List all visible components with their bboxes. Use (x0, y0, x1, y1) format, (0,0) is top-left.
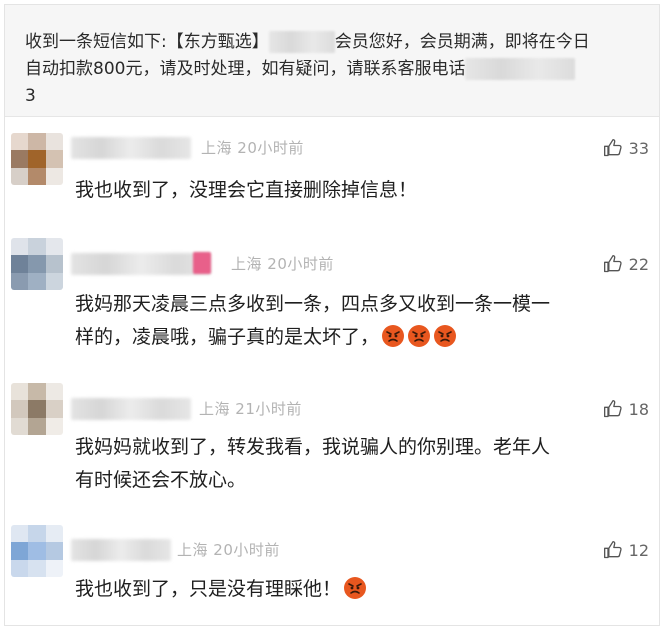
post-line-1: 收到一条短信如下:【东方甄选】 会员您好，会员期满，即将在今日 (25, 31, 590, 53)
like-button[interactable]: 18 (603, 399, 649, 419)
comment-meta: 上海 21小时前 (199, 400, 302, 418)
redacted-text (268, 31, 335, 53)
angry-face-icon (344, 577, 367, 599)
thumbs-up-icon (603, 541, 622, 559)
weibo-screenshot: 收到一条短信如下:【东方甄选】 会员您好，会员期满，即将在今日 自动扣款800元，… (4, 4, 660, 626)
avatar[interactable] (11, 383, 63, 435)
avatar[interactable] (11, 238, 63, 290)
comment-text: 我也收到了，没理会它直接删除掉信息！ (75, 179, 418, 201)
comment-text: 我妈妈就收到了，转发我看，我说骗人的你别理。老年人 有时候还会不放心。 (75, 436, 551, 491)
comment-meta: 上海 20小时前 (231, 255, 334, 273)
comment-text: 我也收到了，只是没有理睬他！ (75, 573, 635, 606)
comment-meta: 上海 20小时前 (177, 541, 280, 559)
comment-meta: 上海 20小时前 (201, 139, 304, 157)
angry-face-icon (382, 325, 405, 347)
post-content: 收到一条短信如下:【东方甄选】 会员您好，会员期满，即将在今日 自动扣款800元，… (5, 5, 659, 117)
like-count: 18 (628, 399, 649, 419)
redacted-badge (193, 252, 211, 274)
like-count: 12 (628, 540, 649, 560)
username-redacted[interactable] (71, 398, 191, 420)
username-redacted[interactable] (71, 137, 191, 159)
thumbs-up-icon (603, 255, 622, 273)
thumbs-up-icon (603, 400, 622, 418)
like-button[interactable]: 22 (603, 254, 649, 274)
angry-face-icon (434, 325, 457, 347)
like-button[interactable]: 12 (603, 540, 649, 560)
post-line-3: 3 (25, 86, 36, 106)
avatar[interactable] (11, 525, 63, 577)
angry-face-icon (408, 325, 431, 347)
like-count: 22 (628, 254, 649, 274)
avatar[interactable] (11, 133, 63, 185)
like-button[interactable]: 33 (603, 138, 649, 158)
username-redacted[interactable] (71, 539, 171, 561)
thumbs-up-icon (603, 139, 622, 157)
like-count: 33 (628, 138, 649, 158)
redacted-phone (465, 58, 576, 80)
post-line-2: 自动扣款800元，请及时处理，如有疑问，请联系客服电话 (25, 56, 639, 83)
username-redacted[interactable] (71, 253, 211, 275)
comment-text: 我妈那天凌晨三点多收到一条，四点多又收到一条一模一 样的，凌晨哦，骗子真的是太坏… (75, 293, 551, 348)
